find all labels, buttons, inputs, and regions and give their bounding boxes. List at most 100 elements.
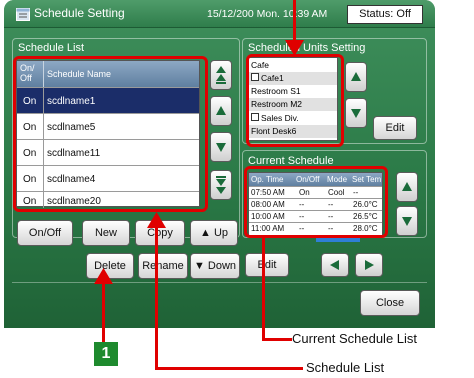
group-icon [251,73,259,81]
schedule-up-button[interactable] [396,172,418,202]
entry-onoff: -- [299,212,305,221]
entry-time: 11:00 AM [251,224,285,233]
current-schedule-table[interactable]: Op. Time On/Off Mode Set Tem 07:50 AM On… [248,172,383,236]
scheduled-units-title: Scheduled Units Setting [248,42,366,54]
entry-temp: 26.5°C [353,212,378,221]
row-onoff: On [23,196,37,207]
row-onoff: On [23,148,37,159]
entry-onoff: -- [299,224,305,233]
group-icon [251,113,259,121]
schedule-row[interactable]: On scdlname20 [17,191,199,208]
row-name: scdlname20 [47,196,101,207]
schedule-entry-row[interactable]: 07:50 AM On Cool -- [249,186,382,198]
current-schedule-title: Current Schedule [248,155,334,167]
entry-time: 10:00 AM [251,212,285,221]
double-up-arrow-icon [216,66,226,84]
title-bar: Schedule Setting 15/12/200 Mon. 10:39 AM… [4,0,435,28]
entry-mode: -- [328,224,334,233]
unit-item[interactable]: Cafe [251,60,269,70]
up-button[interactable]: ▲ Up [190,220,238,246]
time-scrollbar[interactable] [316,236,360,242]
entry-mode: -- [328,212,334,221]
header-onoff: On/ Off [20,63,35,83]
new-button[interactable]: New [82,220,130,246]
entry-mode: -- [328,200,334,209]
date-time: 15/12/200 Mon. 10:39 AM [207,8,328,20]
current-schedule-callout-line [262,238,265,340]
schedule-down-button[interactable] [396,206,418,236]
right-arrow-icon [365,260,374,270]
entry-temp: 26.0°C [353,200,378,209]
schedule-icon [16,8,30,21]
unit-item: Flont Desk6 [251,126,297,136]
rename-button[interactable]: Rename [138,253,188,279]
new-button-callout-line [102,282,105,342]
page-down-button[interactable] [210,170,232,200]
current-schedule-list-label: Current Schedule List [292,331,418,346]
page-up-button[interactable] [210,60,232,90]
entry-temp: 28.0°C [353,224,378,233]
current-schedule-callout-line [262,338,292,341]
move-up-icon: ▲ [199,227,211,239]
schedule-list-callout-line [155,226,158,370]
top-arrow-line [293,0,296,44]
header-mode: Mode [327,175,348,184]
schedule-row[interactable]: On scdlname5 [17,113,199,139]
schedule-list[interactable]: On/ Off Schedule Name On scdlname1 On sc… [16,60,200,208]
scheduled-units-list[interactable]: Cafe Cafe1 Restroom S1 Restroom M2 Sales… [248,57,338,141]
unit-item: Cafe1 [261,73,284,83]
double-down-arrow-icon [216,176,226,194]
unit-item[interactable]: Restroom S1 [251,86,301,96]
row-name: scdlname5 [47,122,96,133]
row-name: scdlname4 [47,174,96,185]
units-up-button[interactable] [345,62,367,92]
down-arrow-icon [351,109,361,118]
entry-onoff: On [299,188,310,197]
entry-time: 08:00 AM [251,200,285,209]
unit-item: Sales Div. [261,113,299,123]
schedule-list-title: Schedule List [18,42,85,54]
on-off-button[interactable]: On/Off [17,220,73,246]
schedule-left-button[interactable] [321,253,349,277]
schedule-entry-row[interactable]: 08:00 AM -- -- 26.0°C [249,198,382,210]
entry-time: 07:50 AM [251,188,285,197]
unit-item-row[interactable]: Flont Desk6 [249,125,337,138]
row-onoff: On [23,96,37,107]
down-pointer-icon [285,40,304,56]
window-title: Schedule Setting [34,6,125,20]
unit-item-row[interactable]: Restroom M2 [249,98,337,111]
move-down-icon: ▼ [193,260,205,272]
up-arrow-icon [216,106,226,115]
schedule-row[interactable]: On scdlname11 [17,139,199,165]
schedule-list-label: Schedule List [306,360,385,375]
up-label: Up [213,227,228,239]
schedule-list-callout-line [155,367,303,370]
entry-mode: Cool [328,188,345,197]
left-arrow-icon [330,260,339,270]
down-button[interactable]: ▼ Down [190,253,240,279]
schedule-entry-row[interactable]: 11:00 AM -- -- 28.0°C [249,222,382,234]
row-name: scdlname11 [47,148,101,159]
entry-onoff: -- [299,200,305,209]
unit-item-row[interactable]: Cafe1 [249,72,337,85]
units-edit-button[interactable]: Edit [373,116,417,140]
down-arrow-icon [216,143,226,152]
units-down-button[interactable] [345,98,367,128]
row-onoff: On [23,122,37,133]
scroll-up-button[interactable] [210,96,232,126]
schedule-right-button[interactable] [355,253,383,277]
close-button[interactable]: Close [360,290,420,316]
schedule-row[interactable]: On scdlname1 [17,87,199,113]
unit-item-row[interactable]: Sales Div. [249,112,337,125]
divider [12,282,427,283]
schedule-list-header: On/ Off Schedule Name [17,61,199,87]
row-onoff: On [23,174,37,185]
scroll-down-button[interactable] [210,132,232,162]
schedule-entry-row[interactable]: 10:00 AM -- -- 26.5°C [249,210,382,222]
schedule-row[interactable]: On scdlname4 [17,165,199,191]
schedule-edit-button[interactable]: Edit [245,253,289,277]
schedule-setting-window: Schedule Setting 15/12/200 Mon. 10:39 AM… [4,0,435,328]
down-label: Down [207,260,237,272]
header-op-time: Op. Time [251,175,284,184]
current-schedule-header: Op. Time On/Off Mode Set Tem [249,173,382,186]
